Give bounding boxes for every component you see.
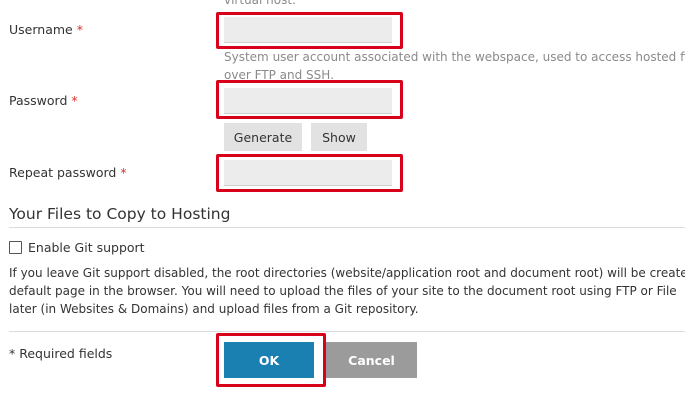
- enable-git-label[interactable]: Enable Git support: [28, 240, 145, 255]
- repeat-password-input[interactable]: [224, 160, 392, 186]
- footer-divider: [9, 331, 685, 332]
- password-input[interactable]: [224, 88, 392, 114]
- username-required-mark: *: [76, 22, 83, 37]
- generate-password-button[interactable]: Generate: [224, 123, 302, 151]
- required-fields-note: * Required fields: [9, 346, 113, 361]
- username-input[interactable]: [224, 17, 392, 43]
- git-info-line-1: If you leave Git support disabled, the r…: [9, 266, 685, 280]
- username-hint-line2: over FTP and SSH.: [224, 68, 334, 82]
- password-label: Password *: [9, 93, 78, 108]
- git-support-row[interactable]: Enable Git support: [9, 240, 145, 255]
- repeat-password-label-text: Repeat password: [9, 165, 117, 180]
- username-label-text: Username: [9, 22, 73, 37]
- ok-button[interactable]: OK: [224, 342, 314, 378]
- git-info-line-2: default page in the browser. You will ne…: [9, 284, 677, 298]
- repeat-password-label: Repeat password *: [9, 165, 127, 180]
- username-hint: System user account associated with the …: [224, 48, 685, 84]
- field-hint-virtual-host: virtual host.: [224, 0, 296, 7]
- show-password-button[interactable]: Show: [311, 123, 367, 151]
- username-hint-line1: System user account associated with the …: [224, 50, 685, 64]
- password-required-mark: *: [71, 93, 78, 108]
- git-info-text: If you leave Git support disabled, the r…: [9, 264, 685, 318]
- create-subscription-form: virtual host. Username * System user acc…: [0, 0, 685, 400]
- repeat-password-required-mark: *: [120, 165, 127, 180]
- git-info-line-3: later (in Websites & Domains) and upload…: [9, 302, 419, 316]
- password-label-text: Password: [9, 93, 68, 108]
- username-label: Username *: [9, 22, 83, 37]
- cancel-button[interactable]: Cancel: [326, 342, 417, 378]
- section-divider: [9, 227, 685, 228]
- enable-git-checkbox[interactable]: [9, 241, 22, 254]
- section-title-files: Your Files to Copy to Hosting: [9, 205, 231, 223]
